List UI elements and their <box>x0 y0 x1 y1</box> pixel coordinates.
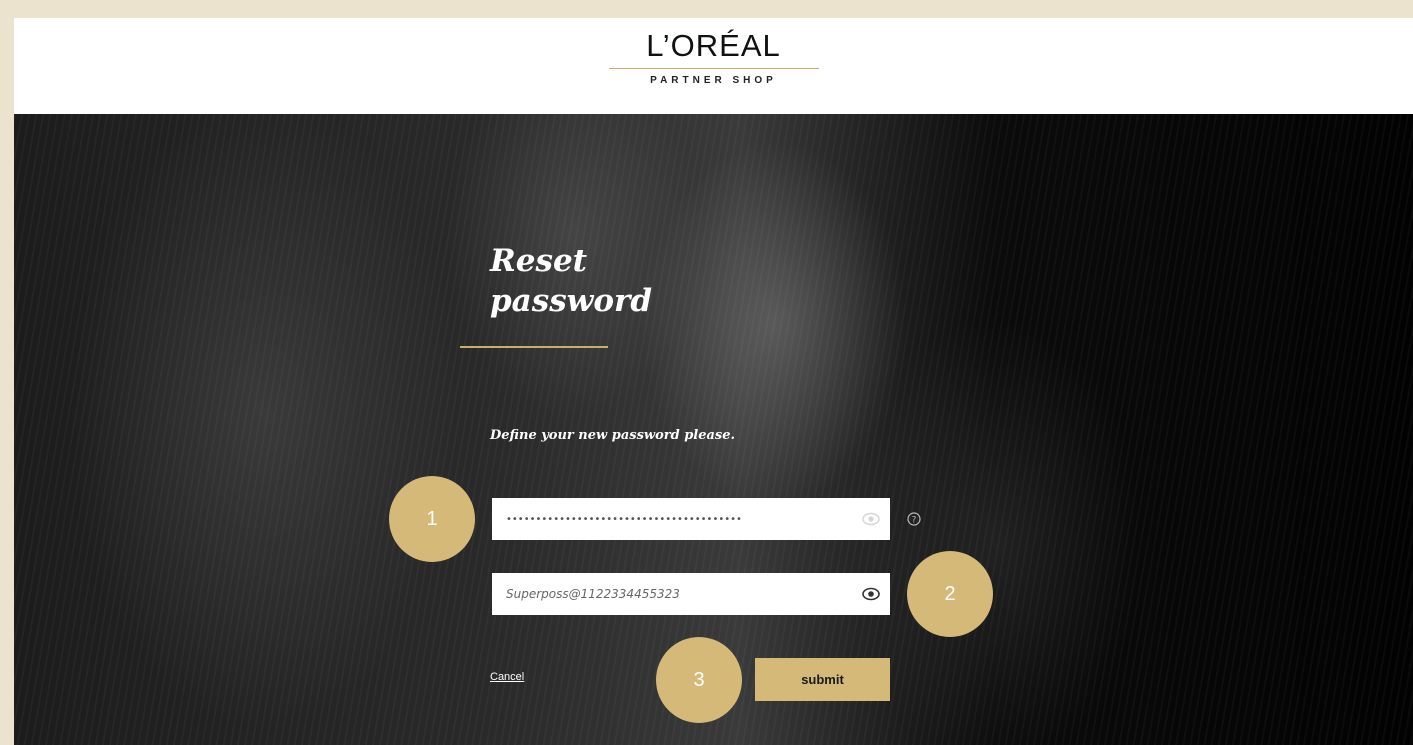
logo-wordmark: L’ORÉAL <box>646 28 781 63</box>
logo-subtitle: PARTNER SHOP <box>650 75 777 86</box>
hero-background: Reset password Define your new password … <box>14 114 1413 745</box>
svg-text:?: ? <box>912 516 917 526</box>
brand-logo[interactable]: L’ORÉAL PARTNER SHOP <box>14 28 1413 86</box>
logo-divider <box>608 68 819 69</box>
step-badge-3: 3 <box>656 637 742 723</box>
submit-button[interactable]: submit <box>755 658 890 701</box>
site-header: L’ORÉAL PARTNER SHOP <box>14 18 1413 114</box>
form-instruction: Define your new password please. <box>490 428 736 443</box>
new-password-input[interactable] <box>506 498 846 540</box>
title-underline <box>460 346 608 348</box>
eye-icon[interactable] <box>862 586 880 602</box>
cancel-link[interactable]: Cancel <box>490 671 524 683</box>
page-title: Reset password <box>490 243 653 319</box>
page-frame: L’ORÉAL PARTNER SHOP Reset password Defi… <box>14 18 1413 745</box>
step-badge-2: 2 <box>907 551 993 637</box>
question-circle-icon[interactable]: ? <box>907 511 921 526</box>
eye-icon[interactable] <box>862 511 880 527</box>
step-badge-1: 1 <box>389 476 475 562</box>
confirm-password-input[interactable] <box>506 573 846 615</box>
new-password-field <box>492 498 890 540</box>
confirm-password-field <box>492 573 890 615</box>
